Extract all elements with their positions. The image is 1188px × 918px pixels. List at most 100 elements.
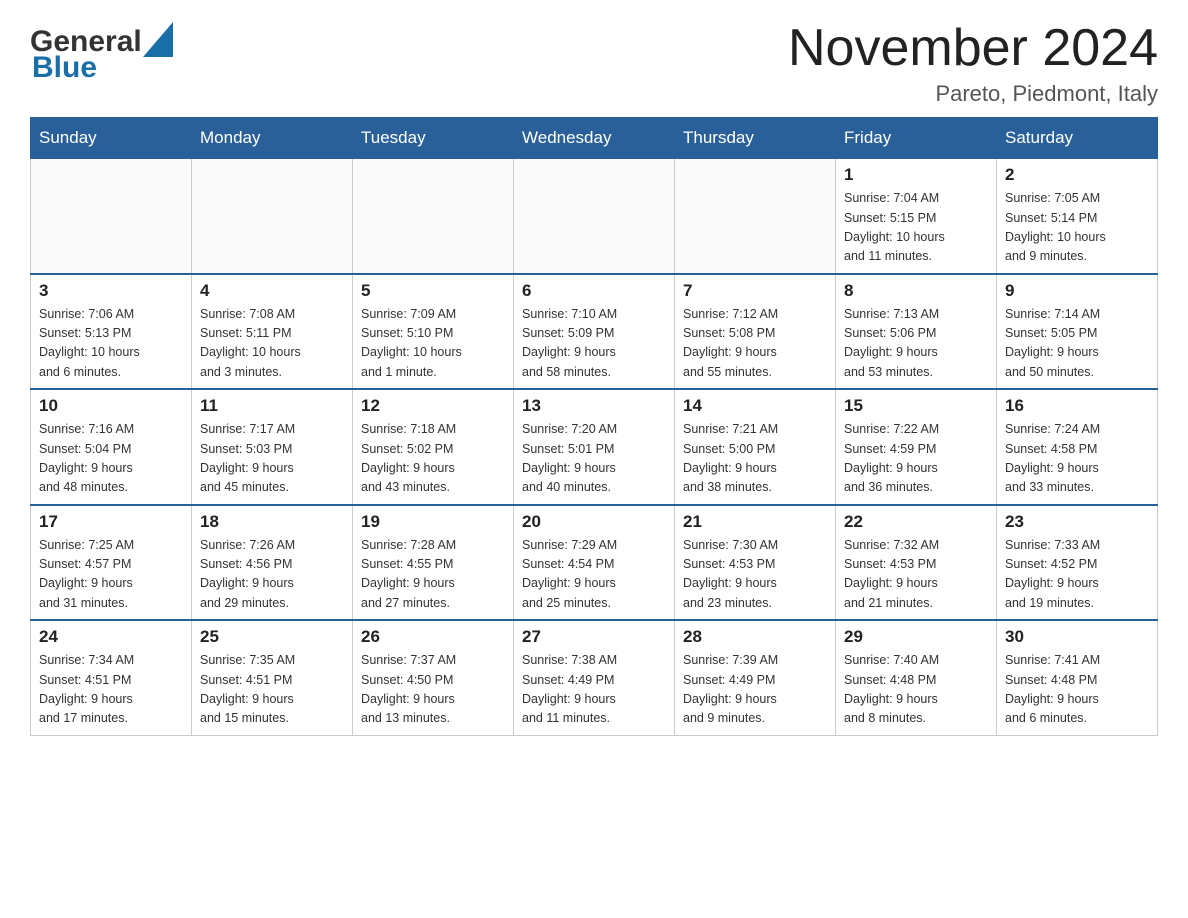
calendar-cell: 25 Sunrise: 7:35 AMSunset: 4:51 PMDayligh… [192, 620, 353, 735]
month-title: November 2024 [788, 20, 1158, 77]
day-number: 29 [844, 627, 988, 647]
day-info: Sunrise: 7:38 AMSunset: 4:49 PMDaylight:… [522, 651, 666, 729]
calendar-cell: 10Sunrise: 7:16 AMSunset: 5:04 PMDayligh… [31, 389, 192, 505]
day-info: Sunrise: 7:33 AMSunset: 4:52 PMDaylight:… [1005, 536, 1149, 614]
day-header-friday: Friday [836, 118, 997, 159]
calendar-cell: 20 Sunrise: 7:29 AMSunset: 4:54 PMDayligh… [514, 505, 675, 621]
calendar-cell: 29 Sunrise: 7:40 AMSunset: 4:48 PMDayligh… [836, 620, 997, 735]
day-info: Sunrise: 7:20 AMSunset: 5:01 PMDaylight:… [522, 420, 666, 498]
calendar-cell: 15 Sunrise: 7:22 AMSunset: 4:59 PMDayligh… [836, 389, 997, 505]
week-row-4: 17Sunrise: 7:25 AMSunset: 4:57 PMDayligh… [31, 505, 1158, 621]
day-number: 8 [844, 281, 988, 301]
calendar-table: SundayMondayTuesdayWednesdayThursdayFrid… [30, 117, 1158, 736]
calendar-cell: 28Sunrise: 7:39 AMSunset: 4:49 PMDayligh… [675, 620, 836, 735]
day-info: Sunrise: 7:28 AMSunset: 4:55 PMDaylight:… [361, 536, 505, 614]
day-info: Sunrise: 7:06 AMSunset: 5:13 PMDaylight:… [39, 305, 183, 383]
day-info: Sunrise: 7:18 AMSunset: 5:02 PMDaylight:… [361, 420, 505, 498]
day-info: Sunrise: 7:16 AMSunset: 5:04 PMDaylight:… [39, 420, 183, 498]
calendar-cell [514, 159, 675, 274]
calendar-header-row: SundayMondayTuesdayWednesdayThursdayFrid… [31, 118, 1158, 159]
day-number: 6 [522, 281, 666, 301]
day-info: Sunrise: 7:13 AMSunset: 5:06 PMDaylight:… [844, 305, 988, 383]
day-info: Sunrise: 7:37 AMSunset: 4:50 PMDaylight:… [361, 651, 505, 729]
day-number: 17 [39, 512, 183, 532]
calendar-cell [192, 159, 353, 274]
calendar-cell: 6 Sunrise: 7:10 AMSunset: 5:09 PMDaylight… [514, 274, 675, 390]
day-header-thursday: Thursday [675, 118, 836, 159]
calendar-cell: 17Sunrise: 7:25 AMSunset: 4:57 PMDayligh… [31, 505, 192, 621]
calendar-cell: 1Sunrise: 7:04 AMSunset: 5:15 PMDaylight… [836, 159, 997, 274]
calendar-cell [353, 159, 514, 274]
day-info: Sunrise: 7:30 AMSunset: 4:53 PMDaylight:… [683, 536, 827, 614]
calendar-cell: 9Sunrise: 7:14 AMSunset: 5:05 PMDaylight… [997, 274, 1158, 390]
day-header-wednesday: Wednesday [514, 118, 675, 159]
day-number: 5 [361, 281, 505, 301]
calendar-cell: 8 Sunrise: 7:13 AMSunset: 5:06 PMDaylight… [836, 274, 997, 390]
day-info: Sunrise: 7:17 AMSunset: 5:03 PMDaylight:… [200, 420, 344, 498]
day-number: 25 [200, 627, 344, 647]
calendar-cell: 27 Sunrise: 7:38 AMSunset: 4:49 PMDayligh… [514, 620, 675, 735]
day-info: Sunrise: 7:40 AMSunset: 4:48 PMDaylight:… [844, 651, 988, 729]
week-row-1: 1Sunrise: 7:04 AMSunset: 5:15 PMDaylight… [31, 159, 1158, 274]
calendar-cell: 22Sunrise: 7:32 AMSunset: 4:53 PMDayligh… [836, 505, 997, 621]
day-info: Sunrise: 7:22 AMSunset: 4:59 PMDaylight:… [844, 420, 988, 498]
day-number: 30 [1005, 627, 1149, 647]
calendar-cell: 3 Sunrise: 7:06 AMSunset: 5:13 PMDaylight… [31, 274, 192, 390]
calendar-cell [31, 159, 192, 274]
day-number: 9 [1005, 281, 1149, 301]
calendar-cell: 7 Sunrise: 7:12 AMSunset: 5:08 PMDaylight… [675, 274, 836, 390]
day-info: Sunrise: 7:26 AMSunset: 4:56 PMDaylight:… [200, 536, 344, 614]
calendar-cell: 13 Sunrise: 7:20 AMSunset: 5:01 PMDayligh… [514, 389, 675, 505]
calendar-cell: 18 Sunrise: 7:26 AMSunset: 4:56 PMDayligh… [192, 505, 353, 621]
day-info: Sunrise: 7:41 AMSunset: 4:48 PMDaylight:… [1005, 651, 1149, 729]
day-number: 7 [683, 281, 827, 301]
calendar-cell: 14Sunrise: 7:21 AMSunset: 5:00 PMDayligh… [675, 389, 836, 505]
calendar-cell: 26 Sunrise: 7:37 AMSunset: 4:50 PMDayligh… [353, 620, 514, 735]
logo: General Blue [30, 20, 173, 85]
page-header: General Blue November 2024 Pareto, Piedm… [30, 20, 1158, 107]
day-number: 19 [361, 512, 505, 532]
day-info: Sunrise: 7:08 AMSunset: 5:11 PMDaylight:… [200, 305, 344, 383]
day-header-sunday: Sunday [31, 118, 192, 159]
calendar-cell: 12 Sunrise: 7:18 AMSunset: 5:02 PMDayligh… [353, 389, 514, 505]
day-number: 1 [844, 165, 988, 185]
day-info: Sunrise: 7:29 AMSunset: 4:54 PMDaylight:… [522, 536, 666, 614]
calendar-cell: 4 Sunrise: 7:08 AMSunset: 5:11 PMDaylight… [192, 274, 353, 390]
calendar-cell: 5Sunrise: 7:09 AMSunset: 5:10 PMDaylight… [353, 274, 514, 390]
calendar-cell: 16Sunrise: 7:24 AMSunset: 4:58 PMDayligh… [997, 389, 1158, 505]
week-row-5: 24 Sunrise: 7:34 AMSunset: 4:51 PMDayligh… [31, 620, 1158, 735]
day-number: 24 [39, 627, 183, 647]
day-info: Sunrise: 7:12 AMSunset: 5:08 PMDaylight:… [683, 305, 827, 383]
day-number: 2 [1005, 165, 1149, 185]
day-number: 13 [522, 396, 666, 416]
day-number: 11 [200, 396, 344, 416]
day-number: 3 [39, 281, 183, 301]
day-number: 4 [200, 281, 344, 301]
calendar-cell: 21 Sunrise: 7:30 AMSunset: 4:53 PMDayligh… [675, 505, 836, 621]
day-info: Sunrise: 7:24 AMSunset: 4:58 PMDaylight:… [1005, 420, 1149, 498]
day-number: 21 [683, 512, 827, 532]
day-info: Sunrise: 7:35 AMSunset: 4:51 PMDaylight:… [200, 651, 344, 729]
day-number: 26 [361, 627, 505, 647]
day-info: Sunrise: 7:10 AMSunset: 5:09 PMDaylight:… [522, 305, 666, 383]
day-info: Sunrise: 7:34 AMSunset: 4:51 PMDaylight:… [39, 651, 183, 729]
day-header-saturday: Saturday [997, 118, 1158, 159]
day-number: 15 [844, 396, 988, 416]
day-number: 27 [522, 627, 666, 647]
calendar-cell: 23 Sunrise: 7:33 AMSunset: 4:52 PMDayligh… [997, 505, 1158, 621]
calendar-cell: 2Sunrise: 7:05 AMSunset: 5:14 PMDaylight… [997, 159, 1158, 274]
day-number: 12 [361, 396, 505, 416]
day-info: Sunrise: 7:32 AMSunset: 4:53 PMDaylight:… [844, 536, 988, 614]
day-number: 20 [522, 512, 666, 532]
title-section: November 2024 Pareto, Piedmont, Italy [788, 20, 1158, 107]
day-number: 18 [200, 512, 344, 532]
day-number: 23 [1005, 512, 1149, 532]
calendar-cell: 24 Sunrise: 7:34 AMSunset: 4:51 PMDayligh… [31, 620, 192, 735]
day-header-monday: Monday [192, 118, 353, 159]
calendar-cell: 30 Sunrise: 7:41 AMSunset: 4:48 PMDayligh… [997, 620, 1158, 735]
day-number: 28 [683, 627, 827, 647]
calendar-cell: 19 Sunrise: 7:28 AMSunset: 4:55 PMDayligh… [353, 505, 514, 621]
week-row-2: 3 Sunrise: 7:06 AMSunset: 5:13 PMDaylight… [31, 274, 1158, 390]
logo-blue: Blue [32, 51, 97, 85]
day-header-tuesday: Tuesday [353, 118, 514, 159]
